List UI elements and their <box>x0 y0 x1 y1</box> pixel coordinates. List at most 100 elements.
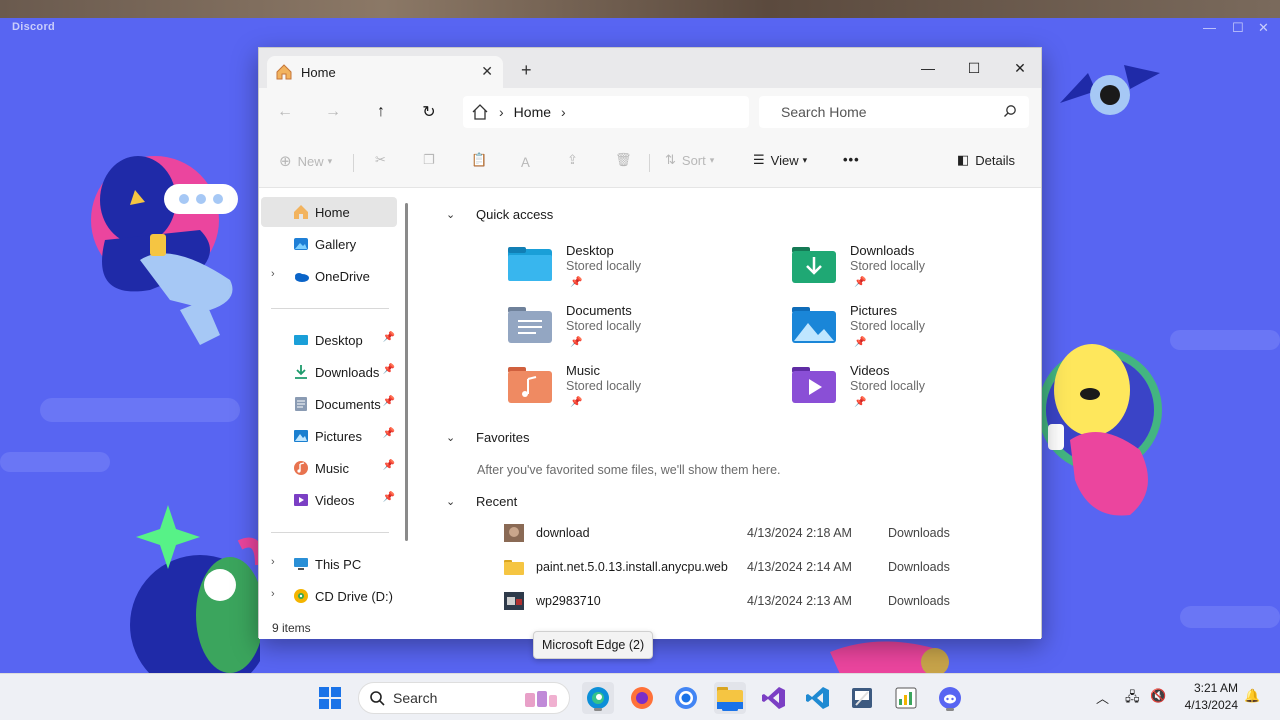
nav-scrollbar[interactable] <box>405 203 408 541</box>
discord-maximize-button[interactable]: ☐ <box>1232 20 1244 36</box>
chevron-up-icon[interactable]: ︿ <box>1096 688 1109 707</box>
sort-button[interactable]: ⇅ Sort ▾ <box>665 152 714 168</box>
quick-access-pictures[interactable]: Pictures Stored locally 📌 <box>792 303 1052 359</box>
image-thumbnail-icon <box>504 592 524 610</box>
quick-access-desktop[interactable]: Desktop Stored locally 📌 <box>508 243 768 299</box>
taskbar-chrome[interactable] <box>670 682 702 714</box>
network-icon[interactable]: 🖧 <box>1125 688 1140 710</box>
search-highlight-icon <box>525 691 557 707</box>
back-arrow-icon[interactable]: ← <box>273 100 297 124</box>
sidebar-item-documents[interactable]: Documents 📌 <box>261 389 397 419</box>
system-clock[interactable]: 3:21 AM 4/13/2024 <box>1178 680 1238 714</box>
notification-bell-icon[interactable]: 🔔 <box>1244 688 1260 704</box>
new-tab-button[interactable]: + <box>521 60 532 81</box>
details-button[interactable]: ◧ Details <box>957 152 1015 168</box>
forward-arrow-icon[interactable]: → <box>321 100 345 124</box>
sidebar-item-downloads[interactable]: Downloads 📌 <box>261 357 397 387</box>
chart-app-icon <box>852 688 872 708</box>
breadcrumb-current[interactable]: Home <box>514 104 551 120</box>
taskbar-discord[interactable] <box>934 682 966 714</box>
tab-close-icon[interactable]: ✕ <box>481 63 493 80</box>
taskbar-app[interactable] <box>890 682 922 714</box>
taskbar-edge[interactable] <box>582 682 614 714</box>
taskbar-visual-studio[interactable] <box>758 682 790 714</box>
documents-folder-icon <box>508 307 552 343</box>
recent-row[interactable]: download 4/13/2024 2:18 AM Downloads <box>504 516 1004 550</box>
sidebar-item-desktop[interactable]: Desktop 📌 <box>261 325 397 355</box>
delete-icon[interactable]: 🗑 <box>615 152 632 168</box>
pin-icon: 📌 <box>854 277 867 288</box>
discord-character-illustration <box>130 505 260 673</box>
cut-icon[interactable]: ✂ <box>375 152 386 168</box>
sidebar-item-cd-drive[interactable]: › CD Drive (D:) Ins <box>261 581 397 611</box>
music-folder-icon <box>294 461 308 475</box>
sidebar-item-home[interactable]: Home <box>261 197 397 227</box>
new-label: New <box>297 153 324 169</box>
start-button[interactable] <box>314 682 346 714</box>
recent-header[interactable]: ⌄ Recent <box>446 494 517 509</box>
chevron-right-icon[interactable]: › <box>271 556 275 568</box>
favorites-header[interactable]: ⌄ Favorites <box>446 430 529 445</box>
recent-row[interactable]: paint.net.5.0.13.install.anycpu.web 4/13… <box>504 550 1004 584</box>
new-button[interactable]: ⊕ New ▾ <box>279 152 332 170</box>
running-indicator <box>594 708 602 711</box>
close-button[interactable]: ✕ <box>997 54 1043 82</box>
chevron-down-icon: ⌄ <box>446 496 456 508</box>
discord-icon <box>939 687 961 709</box>
chevron-right-icon[interactable]: › <box>561 104 566 120</box>
taskbar-app[interactable] <box>846 682 878 714</box>
breadcrumb[interactable]: › Home › <box>463 96 749 128</box>
up-arrow-icon[interactable]: ↑ <box>369 100 393 124</box>
sidebar-item-gallery[interactable]: Gallery <box>261 229 397 259</box>
clock-time: 3:21 AM <box>1193 681 1238 695</box>
refresh-icon[interactable]: ↻ <box>417 100 441 124</box>
file-explorer-window: Home ✕ + — ☐ ✕ ← → ↑ ↻ › Home › Search H… <box>258 47 1043 639</box>
chevron-down-icon: ⌄ <box>446 432 456 444</box>
chevron-right-icon[interactable]: › <box>271 268 275 280</box>
pin-icon: 📌 <box>382 460 395 471</box>
volume-muted-icon[interactable]: 🔇 <box>1150 688 1166 704</box>
running-indicator <box>946 708 954 711</box>
active-indicator <box>722 708 738 711</box>
discord-minimize-button[interactable]: — <box>1203 20 1216 35</box>
taskbar-file-explorer[interactable] <box>714 682 746 714</box>
view-label: View <box>770 152 799 168</box>
view-button[interactable]: ☰ View ▾ <box>753 152 807 168</box>
sidebar-item-videos[interactable]: Videos 📌 <box>261 485 397 515</box>
sidebar-item-this-pc[interactable]: › This PC <box>261 549 397 579</box>
downloads-folder-icon <box>295 365 307 379</box>
minimize-button[interactable]: — <box>905 54 951 82</box>
nav-divider <box>271 308 389 309</box>
quick-access-header[interactable]: ⌄ Quick access <box>446 207 553 222</box>
pin-icon: 📌 <box>570 337 583 348</box>
quick-access-videos[interactable]: Videos Stored locally 📌 <box>792 363 1052 419</box>
sidebar-item-music[interactable]: Music 📌 <box>261 453 397 483</box>
rename-icon[interactable]: Ａ <box>519 152 532 171</box>
discord-close-button[interactable]: ✕ <box>1258 20 1269 36</box>
vscode-icon <box>806 687 829 709</box>
share-icon[interactable]: ⇪ <box>567 152 578 168</box>
gallery-icon <box>294 238 308 250</box>
taskbar-search[interactable]: Search <box>358 682 570 714</box>
chevron-right-icon[interactable]: › <box>271 588 275 600</box>
copy-icon[interactable]: ❐ <box>423 152 435 168</box>
pin-icon: 📌 <box>854 397 867 408</box>
search-icon <box>1004 105 1016 117</box>
quick-access-documents[interactable]: Documents Stored locally 📌 <box>508 303 768 359</box>
sidebar-item-onedrive[interactable]: › OneDrive <box>261 261 397 291</box>
search-input[interactable]: Search Home <box>759 96 1029 128</box>
onedrive-icon <box>295 273 309 282</box>
tab-home[interactable]: Home ✕ <box>267 56 503 88</box>
more-options-icon[interactable]: ••• <box>843 152 860 167</box>
file-explorer-icon <box>717 687 743 709</box>
sort-label: Sort <box>681 152 706 168</box>
paste-icon[interactable]: 📋 <box>471 152 487 168</box>
pictures-folder-icon <box>294 430 308 442</box>
quick-access-music[interactable]: Music Stored locally 📌 <box>508 363 768 419</box>
taskbar-firefox[interactable] <box>626 682 658 714</box>
maximize-button[interactable]: ☐ <box>951 54 997 82</box>
recent-row[interactable]: wp2983710 4/13/2024 2:13 AM Downloads <box>504 584 1004 618</box>
taskbar-vscode[interactable] <box>802 682 834 714</box>
sidebar-item-pictures[interactable]: Pictures 📌 <box>261 421 397 451</box>
quick-access-downloads[interactable]: Downloads Stored locally 📌 <box>792 243 1052 299</box>
